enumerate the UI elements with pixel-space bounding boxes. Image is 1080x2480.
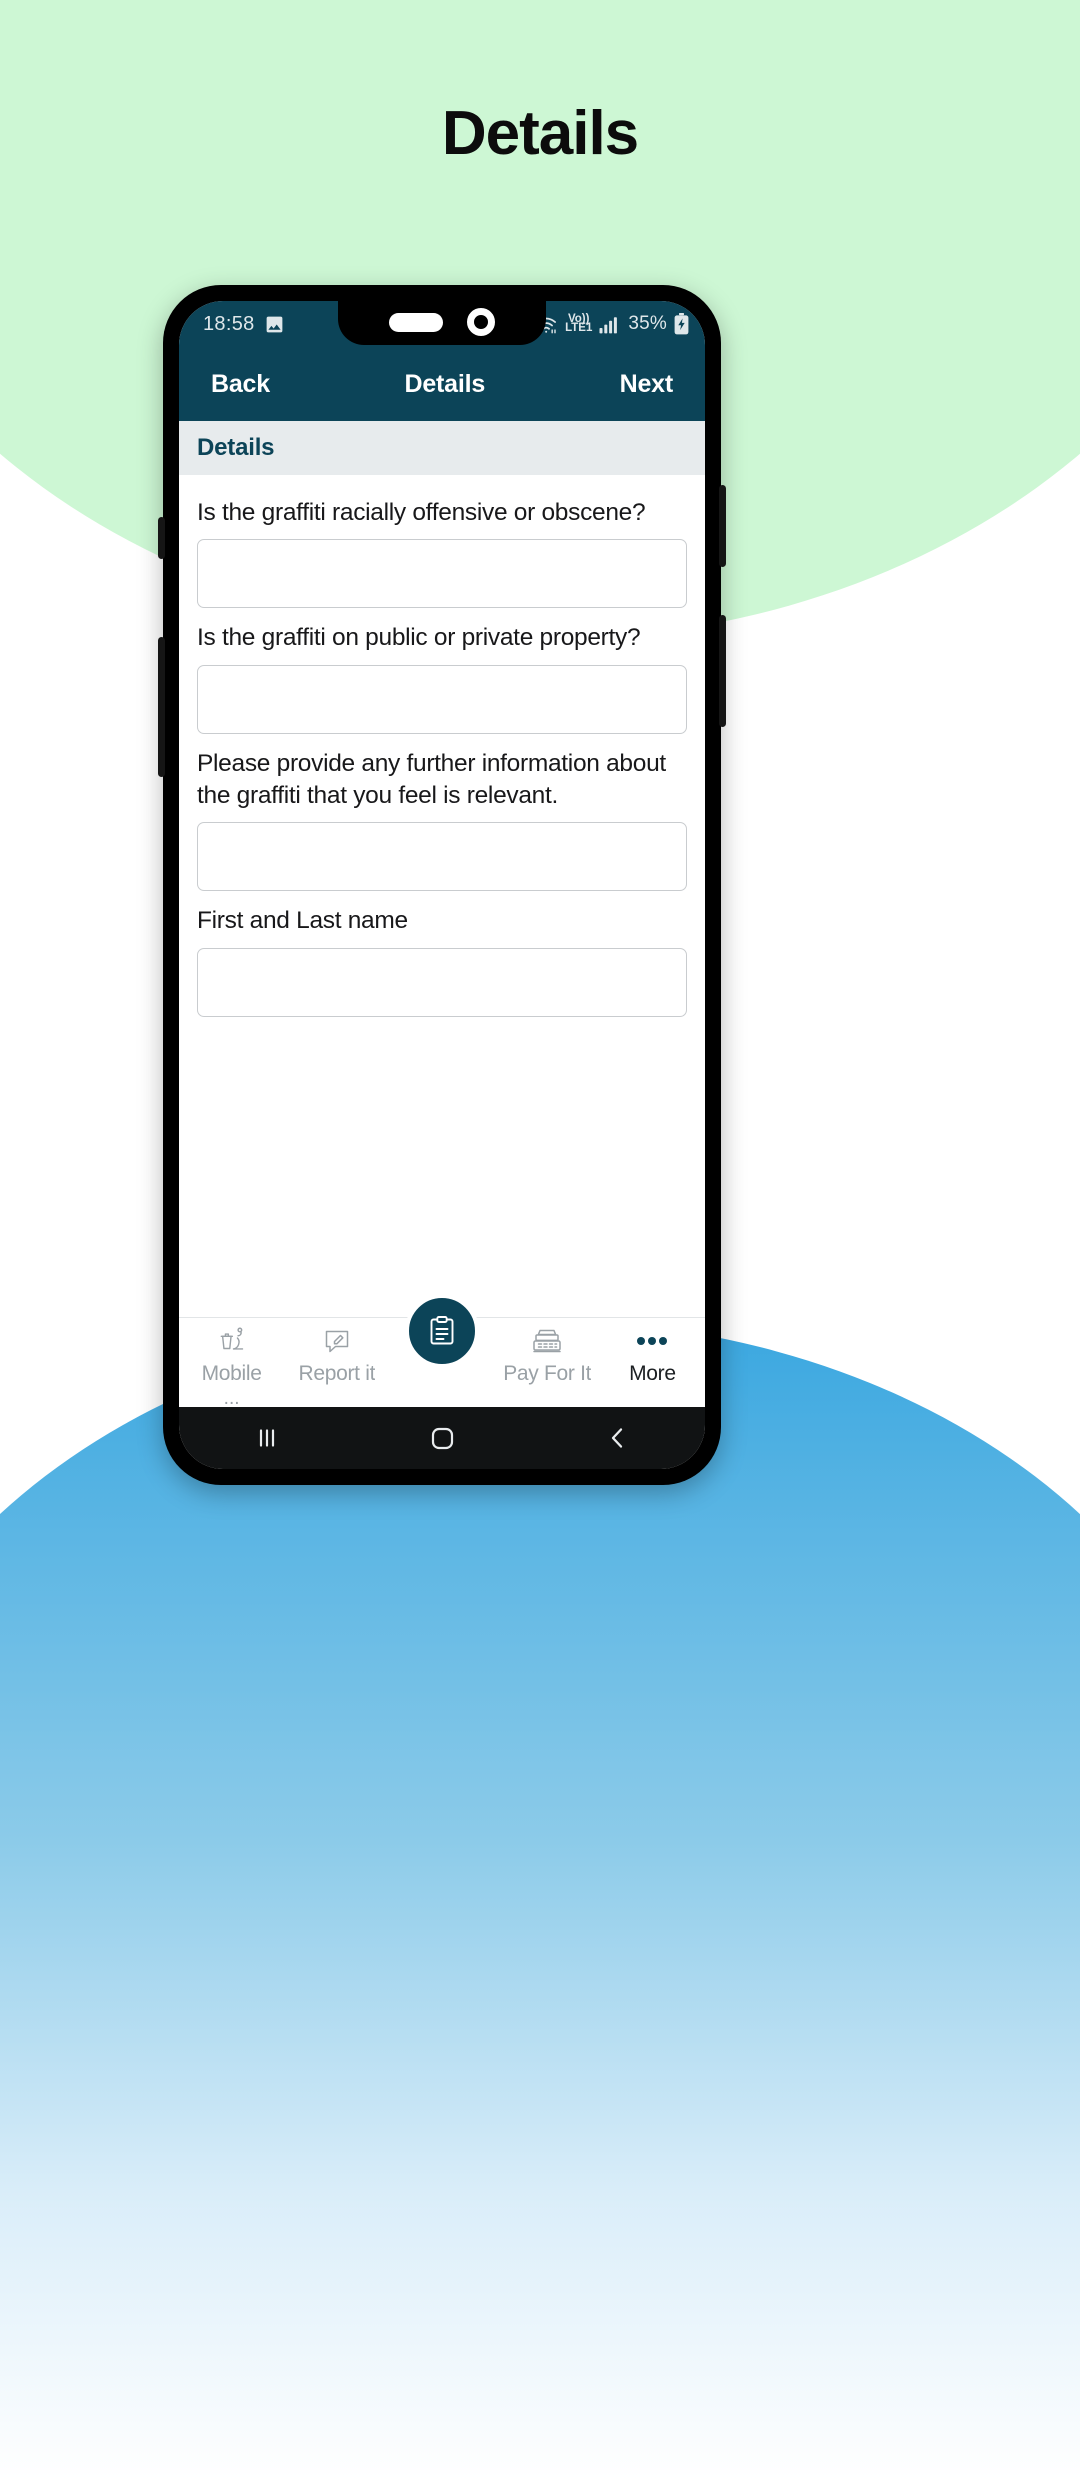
ellipsis-icon — [635, 1324, 669, 1358]
input-full-name[interactable] — [197, 947, 687, 1017]
volte-icon: Vo)) LTE1 — [565, 313, 593, 334]
tab-mobile[interactable]: Mobile ... — [179, 1324, 284, 1410]
tab-more[interactable]: More — [600, 1324, 705, 1386]
tab-sublabel-mobile: ... — [223, 1388, 240, 1409]
phone-button-left-lower — [158, 637, 165, 777]
phone-mockup: 18:58 Vo)) LTE1 35% Back Details Next De… — [158, 285, 726, 1485]
home-icon[interactable] — [429, 1425, 456, 1452]
input-further-information[interactable] — [197, 822, 687, 892]
phone-button-right-lower — [719, 615, 726, 727]
phone-button-left-upper — [158, 517, 165, 559]
cash-register-icon — [530, 1324, 564, 1358]
image-icon — [264, 314, 285, 335]
field-label: First and Last name — [197, 907, 408, 935]
clipboard-icon[interactable] — [405, 1294, 479, 1368]
status-time: 18:58 — [203, 312, 255, 335]
input-racially-offensive[interactable] — [197, 539, 687, 609]
signal-bars-icon — [599, 315, 619, 334]
status-bar: 18:58 Vo)) LTE1 35% — [179, 301, 705, 347]
tab-label-more: More — [629, 1362, 676, 1385]
phone-notch — [338, 301, 546, 345]
section-header: Details — [179, 421, 705, 475]
earpiece-speaker — [389, 312, 443, 332]
next-button[interactable]: Next — [620, 370, 674, 399]
phone-screen: 18:58 Vo)) LTE1 35% Back Details Next De… — [179, 301, 705, 1469]
field-label: Is the graffiti on public or private pro… — [197, 624, 641, 652]
litter-bin-icon — [216, 1324, 248, 1358]
status-bar-left: 18:58 — [203, 313, 285, 336]
battery-percent-label: 35% — [628, 313, 667, 334]
tab-label-mobile: Mobile — [201, 1362, 262, 1385]
form-field-property-type: Is the graffiti on public or private pro… — [197, 614, 687, 734]
bottom-tab-bar: Mobile ... Report it Pay For It More — [179, 1294, 705, 1410]
section-header-label: Details — [197, 434, 275, 461]
battery-charging-icon — [674, 313, 689, 335]
bottom-background-shape — [0, 1320, 1080, 2480]
android-system-nav — [179, 1407, 705, 1469]
field-label: Please provide any further information a… — [197, 749, 666, 809]
form-field-full-name: First and Last name — [197, 897, 687, 1017]
volte-bottom-label: LTE1 — [565, 322, 593, 334]
form-field-further-information: Please provide any further information a… — [197, 740, 687, 892]
back-button[interactable]: Back — [211, 370, 270, 399]
input-property-type[interactable] — [197, 664, 687, 734]
back-chevron-icon[interactable] — [605, 1425, 631, 1451]
phone-button-right-upper — [719, 485, 726, 567]
tab-pay-for-it[interactable]: Pay For It — [495, 1324, 600, 1386]
tab-label-pay-for-it: Pay For It — [503, 1362, 592, 1385]
nav-title: Details — [404, 369, 486, 398]
details-form: Is the graffiti racially offensive or ob… — [179, 475, 705, 1317]
report-pencil-icon — [322, 1324, 352, 1358]
form-field-racially-offensive: Is the graffiti racially offensive or ob… — [197, 489, 687, 609]
recents-icon[interactable] — [254, 1425, 280, 1451]
app-nav-bar: Back Details Next — [179, 347, 705, 421]
page-title: Details — [441, 99, 639, 168]
front-camera — [467, 308, 495, 336]
tab-report-it[interactable]: Report it — [284, 1324, 389, 1386]
tab-label-report-it: Report it — [298, 1362, 376, 1385]
field-label: Is the graffiti racially offensive or ob… — [197, 499, 646, 526]
